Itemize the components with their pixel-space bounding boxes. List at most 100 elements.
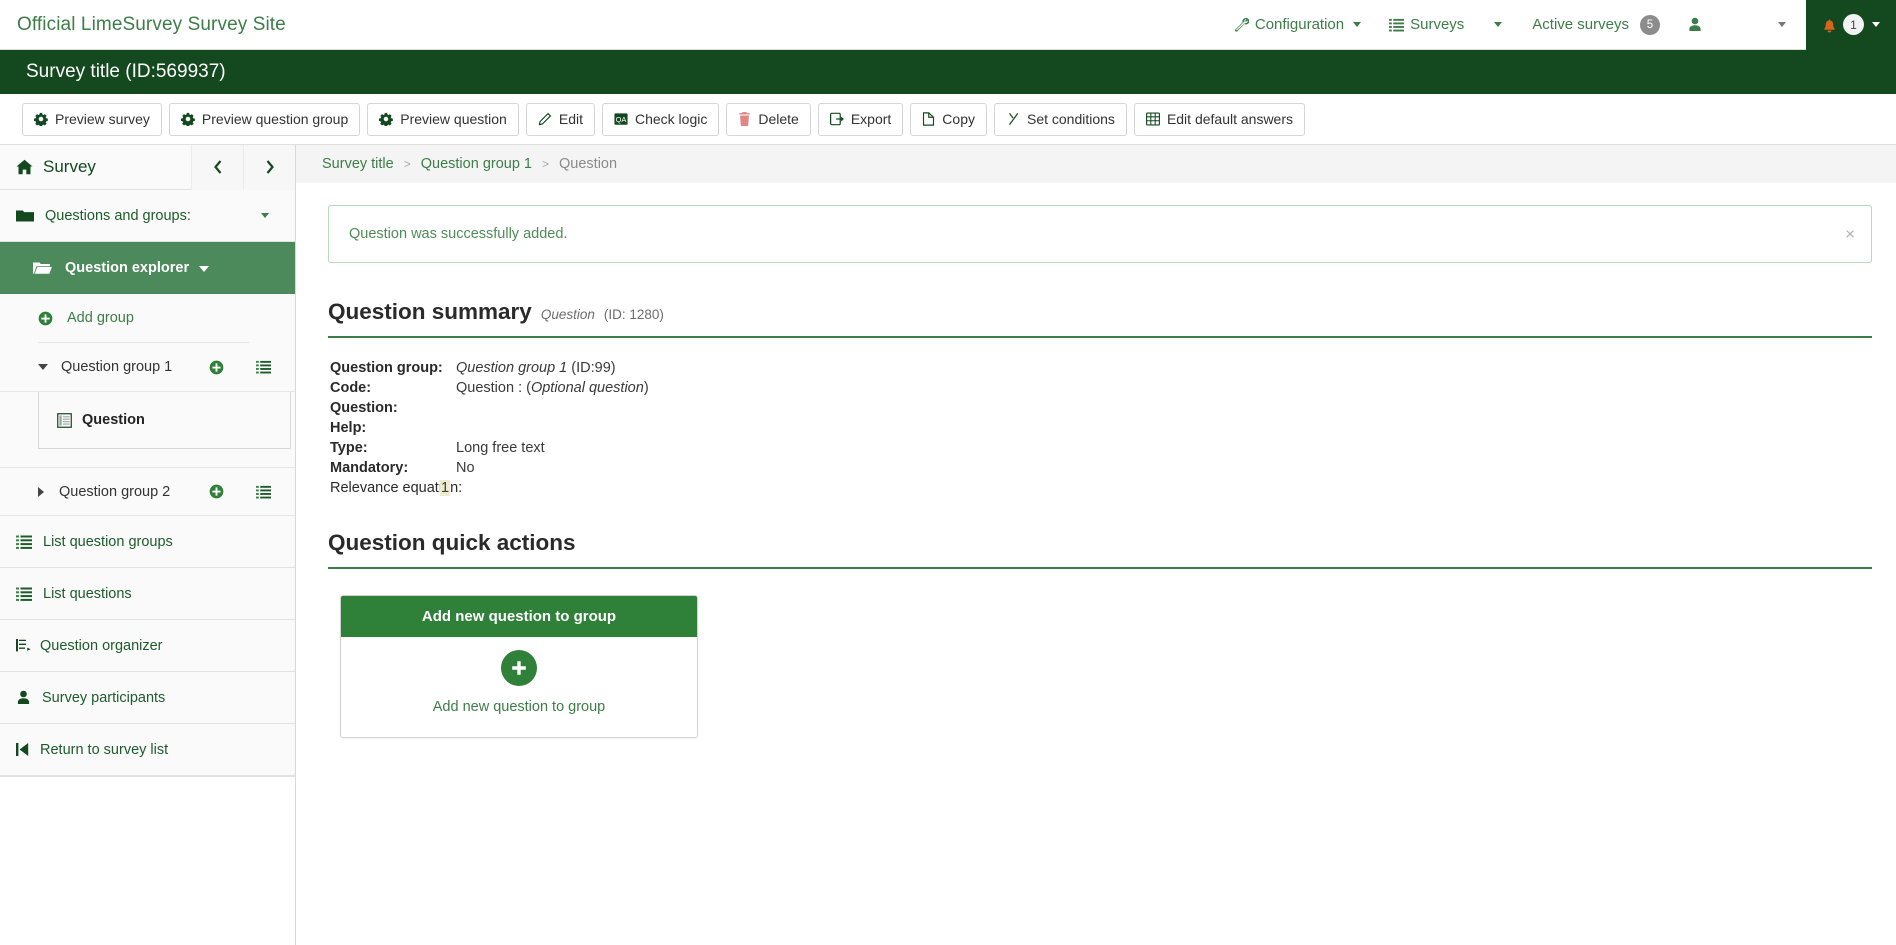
sidebar-header: Survey <box>0 144 295 190</box>
add-question-icon[interactable] <box>209 484 224 499</box>
nav-surveys-caret[interactable] <box>1478 0 1518 50</box>
sidebar-item-question-explorer[interactable]: Question explorer <box>0 242 295 294</box>
sidebar-question-organizer-label: Question organizer <box>40 637 163 654</box>
sidebar-question-explorer-label: Question explorer <box>65 259 190 276</box>
sidebar-prev-button[interactable] <box>191 144 243 190</box>
chevron-down-icon[interactable] <box>38 364 48 370</box>
sidebar-item-return-to-survey-list[interactable]: Return to survey list <box>0 724 295 776</box>
add-question-card-header: Add new question to group <box>341 596 697 637</box>
label-help: Help: <box>330 420 367 436</box>
group-list-icon[interactable] <box>256 360 271 374</box>
group-list-icon[interactable] <box>256 485 271 499</box>
sidebar-add-group-button[interactable]: Add group <box>0 294 295 342</box>
trash-icon <box>738 112 751 126</box>
question-icon <box>57 412 72 428</box>
pencil-icon <box>538 112 552 126</box>
breadcrumb-item-question-group[interactable]: Question group 1 <box>421 156 532 172</box>
check-logic-button[interactable]: QA Check logic <box>601 102 720 136</box>
label-question-group: Question group: <box>330 360 443 376</box>
sidebar-question-label: Question <box>82 412 145 428</box>
preview-survey-button[interactable]: Preview survey <box>22 102 162 136</box>
sidebar-group-question-group-2[interactable]: Question group 2 <box>0 467 295 516</box>
top-navigation-bar: Official LimeSurvey Survey Site Configur… <box>0 0 1896 50</box>
svg-text:QA: QA <box>616 115 627 124</box>
sidebar-header-label: Survey <box>43 157 96 176</box>
edit-button[interactable]: Edit <box>525 102 595 136</box>
nav-surveys[interactable]: Surveys <box>1375 0 1478 50</box>
sidebar-group-question-group-1[interactable]: Question group 1 <box>0 343 295 392</box>
list-icon <box>16 535 32 549</box>
question-summary-heading: Question summary Question (ID: 1280) <box>328 299 1872 338</box>
gear-icon <box>180 112 195 126</box>
sidebar-item-questions-and-groups[interactable]: Questions and groups: <box>0 190 295 242</box>
close-icon[interactable]: × <box>1845 226 1855 243</box>
preview-question-group-button[interactable]: Preview question group <box>168 102 361 136</box>
conditions-icon <box>1006 112 1020 126</box>
question-summary-table: Question group: Question group 1 (ID:99)… <box>328 360 1872 496</box>
add-question-icon[interactable] <box>209 360 224 375</box>
chevron-down-icon <box>1778 22 1786 27</box>
breadcrumb-item-survey-title[interactable]: Survey title <box>322 156 394 172</box>
add-new-question-button[interactable]: Add new question to group <box>341 637 697 737</box>
value-type: Long free text <box>456 440 545 456</box>
group-1-actions <box>209 360 271 375</box>
value-question-group-name: Question group 1 <box>456 360 568 376</box>
success-alert: Question was successfully added. × <box>328 205 1872 263</box>
question-summary-subtitle: Question <box>540 307 595 322</box>
value-code-optional: Optional question <box>530 380 644 396</box>
add-question-card[interactable]: Add new question to group Add new questi… <box>340 595 698 738</box>
copy-icon <box>922 112 935 126</box>
plus-circle-icon <box>501 650 537 686</box>
sidebar-home-link[interactable]: Survey <box>0 157 191 177</box>
value-help <box>456 420 1872 436</box>
sidebar-item-list-question-groups[interactable]: List question groups <box>0 516 295 568</box>
nav-active-surveys[interactable]: Active surveys 5 <box>1518 0 1674 50</box>
notifications-button[interactable]: 1 <box>1806 0 1896 50</box>
nav-surveys-label: Surveys <box>1410 16 1465 33</box>
preview-question-group-label: Preview question group <box>201 111 349 127</box>
nav-user-dropdown-caret[interactable] <box>1758 0 1806 50</box>
check-logic-label: Check logic <box>634 111 708 127</box>
label-mandatory: Mandatory: <box>330 460 409 476</box>
sidebar-questions-and-groups-label: Questions and groups: <box>45 207 191 224</box>
folder-open-icon <box>33 261 52 275</box>
copy-button[interactable]: Copy <box>910 102 987 136</box>
preview-question-label: Preview question <box>400 111 507 127</box>
edit-default-answers-button[interactable]: Edit default answers <box>1133 102 1306 136</box>
chevron-down-icon[interactable] <box>261 213 269 218</box>
delete-button[interactable]: Delete <box>726 102 811 136</box>
gear-icon <box>34 112 48 126</box>
set-conditions-button[interactable]: Set conditions <box>993 102 1127 136</box>
sidebar-gap <box>0 449 295 467</box>
sidebar-survey-participants-label: Survey participants <box>42 689 166 706</box>
site-brand[interactable]: Official LimeSurvey Survey Site <box>0 14 286 36</box>
chevron-right-icon[interactable] <box>38 486 44 497</box>
export-button[interactable]: Export <box>817 102 904 136</box>
sidebar-item-survey-participants[interactable]: Survey participants <box>0 672 295 724</box>
sidebar-next-button[interactable] <box>243 144 295 190</box>
preview-question-button[interactable]: Preview question <box>367 102 519 136</box>
page-title: Question summary <box>328 299 532 324</box>
value-code: Question : (Optional question) <box>456 380 1872 396</box>
label-relevance-equation: Relevance equation: <box>330 480 463 496</box>
preview-survey-label: Preview survey <box>55 111 150 127</box>
sidebar-question-item[interactable]: Question <box>38 392 291 449</box>
nav-configuration[interactable]: Configuration <box>1220 0 1375 50</box>
edit-default-answers-label: Edit default answers <box>1166 111 1294 127</box>
user-icon <box>1688 17 1702 32</box>
nav-user-account[interactable] <box>1674 0 1716 50</box>
folder-icon <box>16 209 34 223</box>
copy-label: Copy <box>942 111 975 127</box>
sidebar-item-question-organizer[interactable]: Question organizer <box>0 620 295 672</box>
sidebar-item-list-questions[interactable]: List questions <box>0 568 295 620</box>
label-question: Question: <box>330 400 398 416</box>
chevron-down-icon <box>1872 22 1880 27</box>
quick-actions-title: Question quick actions <box>328 530 576 555</box>
organizer-icon <box>16 638 32 653</box>
export-label: Export <box>850 111 892 127</box>
delete-label: Delete <box>758 111 799 127</box>
top-nav-items: Configuration Surveys Active surveys 5 1 <box>1220 0 1896 50</box>
quick-actions-heading: Question quick actions <box>328 530 1872 569</box>
sidebar-filler <box>0 776 295 945</box>
chevron-down-icon <box>1494 22 1503 27</box>
